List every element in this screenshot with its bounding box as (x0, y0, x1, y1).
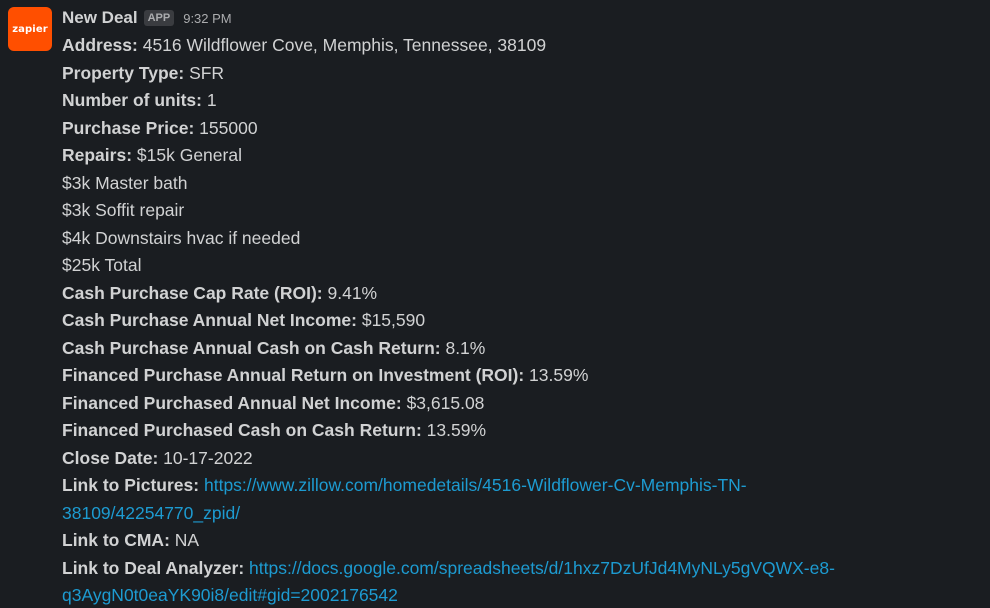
units-line: Number of units: 1 (62, 87, 982, 115)
financed-coc-label: Financed Purchased Cash on Cash Return: (62, 420, 422, 440)
purchase-price-line: Purchase Price: 155000 (62, 115, 982, 143)
repairs-line: Repairs: $15k General (62, 142, 982, 170)
financed-net-income-line: Financed Purchased Annual Net Income: $3… (62, 390, 982, 418)
units-label: Number of units: (62, 90, 202, 110)
deal-analyzer-link-continued[interactable]: q3AygN0t0eaYK90i8/edit#gid=2002176542 (62, 585, 398, 605)
repairs-label: Repairs: (62, 145, 133, 165)
financed-roi-line: Financed Purchase Annual Return on Inves… (62, 362, 982, 390)
cash-cap-rate-label: Cash Purchase Cap Rate (ROI): (62, 282, 323, 303)
repairs-value: $15k General (132, 145, 242, 165)
deal-analyzer-link[interactable]: https://docs.google.com/spreadsheets/d/1… (249, 558, 835, 578)
cma-value: NA (169, 530, 200, 550)
financed-roi-label: Financed Purchase Annual Return on Inves… (62, 365, 525, 385)
cash-cap-rate-line: Cash Purchase Cap Rate (ROI): 9.41% (62, 280, 982, 308)
financed-coc-value: 13.59% (421, 420, 487, 440)
address-line: Address: 4516 Wildflower Cove, Memphis, … (62, 32, 982, 60)
zapier-avatar[interactable]: zapier (8, 7, 52, 51)
cash-coc-label: Cash Purchase Annual Cash on Cash Return… (62, 337, 441, 358)
pictures-label: Link to Pictures: (62, 475, 200, 495)
financed-roi-value: 13.59% (524, 365, 589, 385)
cash-cap-rate-value: 9.41% (322, 282, 378, 303)
address-label: Address: (62, 35, 138, 55)
financed-coc-line: Financed Purchased Cash on Cash Return: … (62, 417, 982, 445)
address-value: 4516 Wildflower Cove, Memphis, Tennessee… (137, 35, 547, 55)
repairs-item: $4k Downstairs hvac if needed (62, 227, 301, 248)
cash-coc-value: 8.1% (440, 337, 486, 358)
cash-net-income-line: Cash Purchase Annual Net Income: $15,590 (62, 307, 982, 335)
cma-line: Link to CMA: NA (62, 527, 982, 555)
close-date-value: 10-17-2022 (158, 447, 253, 468)
deal-analyzer-line-continued: q3AygN0t0eaYK90i8/edit#gid=2002176542 (62, 582, 982, 608)
cash-net-income-value: $15,590 (356, 310, 426, 330)
pictures-line: Link to Pictures: https://www.zillow.com… (62, 472, 982, 500)
pictures-link-continued[interactable]: 38109/42254770_zpid/ (62, 503, 240, 523)
pictures-line-continued: 38109/42254770_zpid/ (62, 500, 982, 528)
cash-net-income-label: Cash Purchase Annual Net Income: (62, 310, 357, 330)
message-header: New Deal APP 9:32 PM (62, 4, 982, 32)
purchase-price-label: Purchase Price: (62, 117, 195, 138)
cash-coc-line: Cash Purchase Annual Cash on Cash Return… (62, 335, 982, 363)
financed-net-income-value: $3,615.08 (401, 392, 485, 413)
sender-name[interactable]: New Deal (62, 8, 138, 28)
close-date-line: Close Date: 10-17-2022 (62, 445, 982, 473)
property-type-value: SFR (184, 62, 225, 83)
property-type-label: Property Type: (62, 62, 185, 83)
timestamp[interactable]: 9:32 PM (183, 11, 231, 26)
property-type-line: Property Type: SFR (62, 60, 982, 88)
app-badge: APP (143, 10, 175, 26)
repairs-item: $3k Master bath (62, 172, 188, 193)
deal-analyzer-label: Link to Deal Analyzer: (62, 557, 245, 578)
close-date-label: Close Date: (62, 447, 159, 468)
repairs-total: $25k Total (62, 255, 142, 275)
cma-label: Link to CMA: (62, 530, 170, 550)
message-content: New Deal APP 9:32 PM Address: 4516 Wildf… (62, 4, 982, 608)
message: zapier New Deal APP 9:32 PM Address: 451… (0, 0, 990, 608)
pictures-link[interactable]: https://www.zillow.com/homedetails/4516-… (204, 475, 747, 495)
financed-net-income-label: Financed Purchased Annual Net Income: (62, 392, 402, 413)
purchase-price-value: 155000 (194, 117, 258, 138)
deal-analyzer-line: Link to Deal Analyzer: https://docs.goog… (62, 555, 982, 583)
repairs-item: $3k Soffit repair (62, 200, 185, 220)
units-value: 1 (202, 90, 217, 110)
avatar-label: zapier (12, 23, 48, 35)
